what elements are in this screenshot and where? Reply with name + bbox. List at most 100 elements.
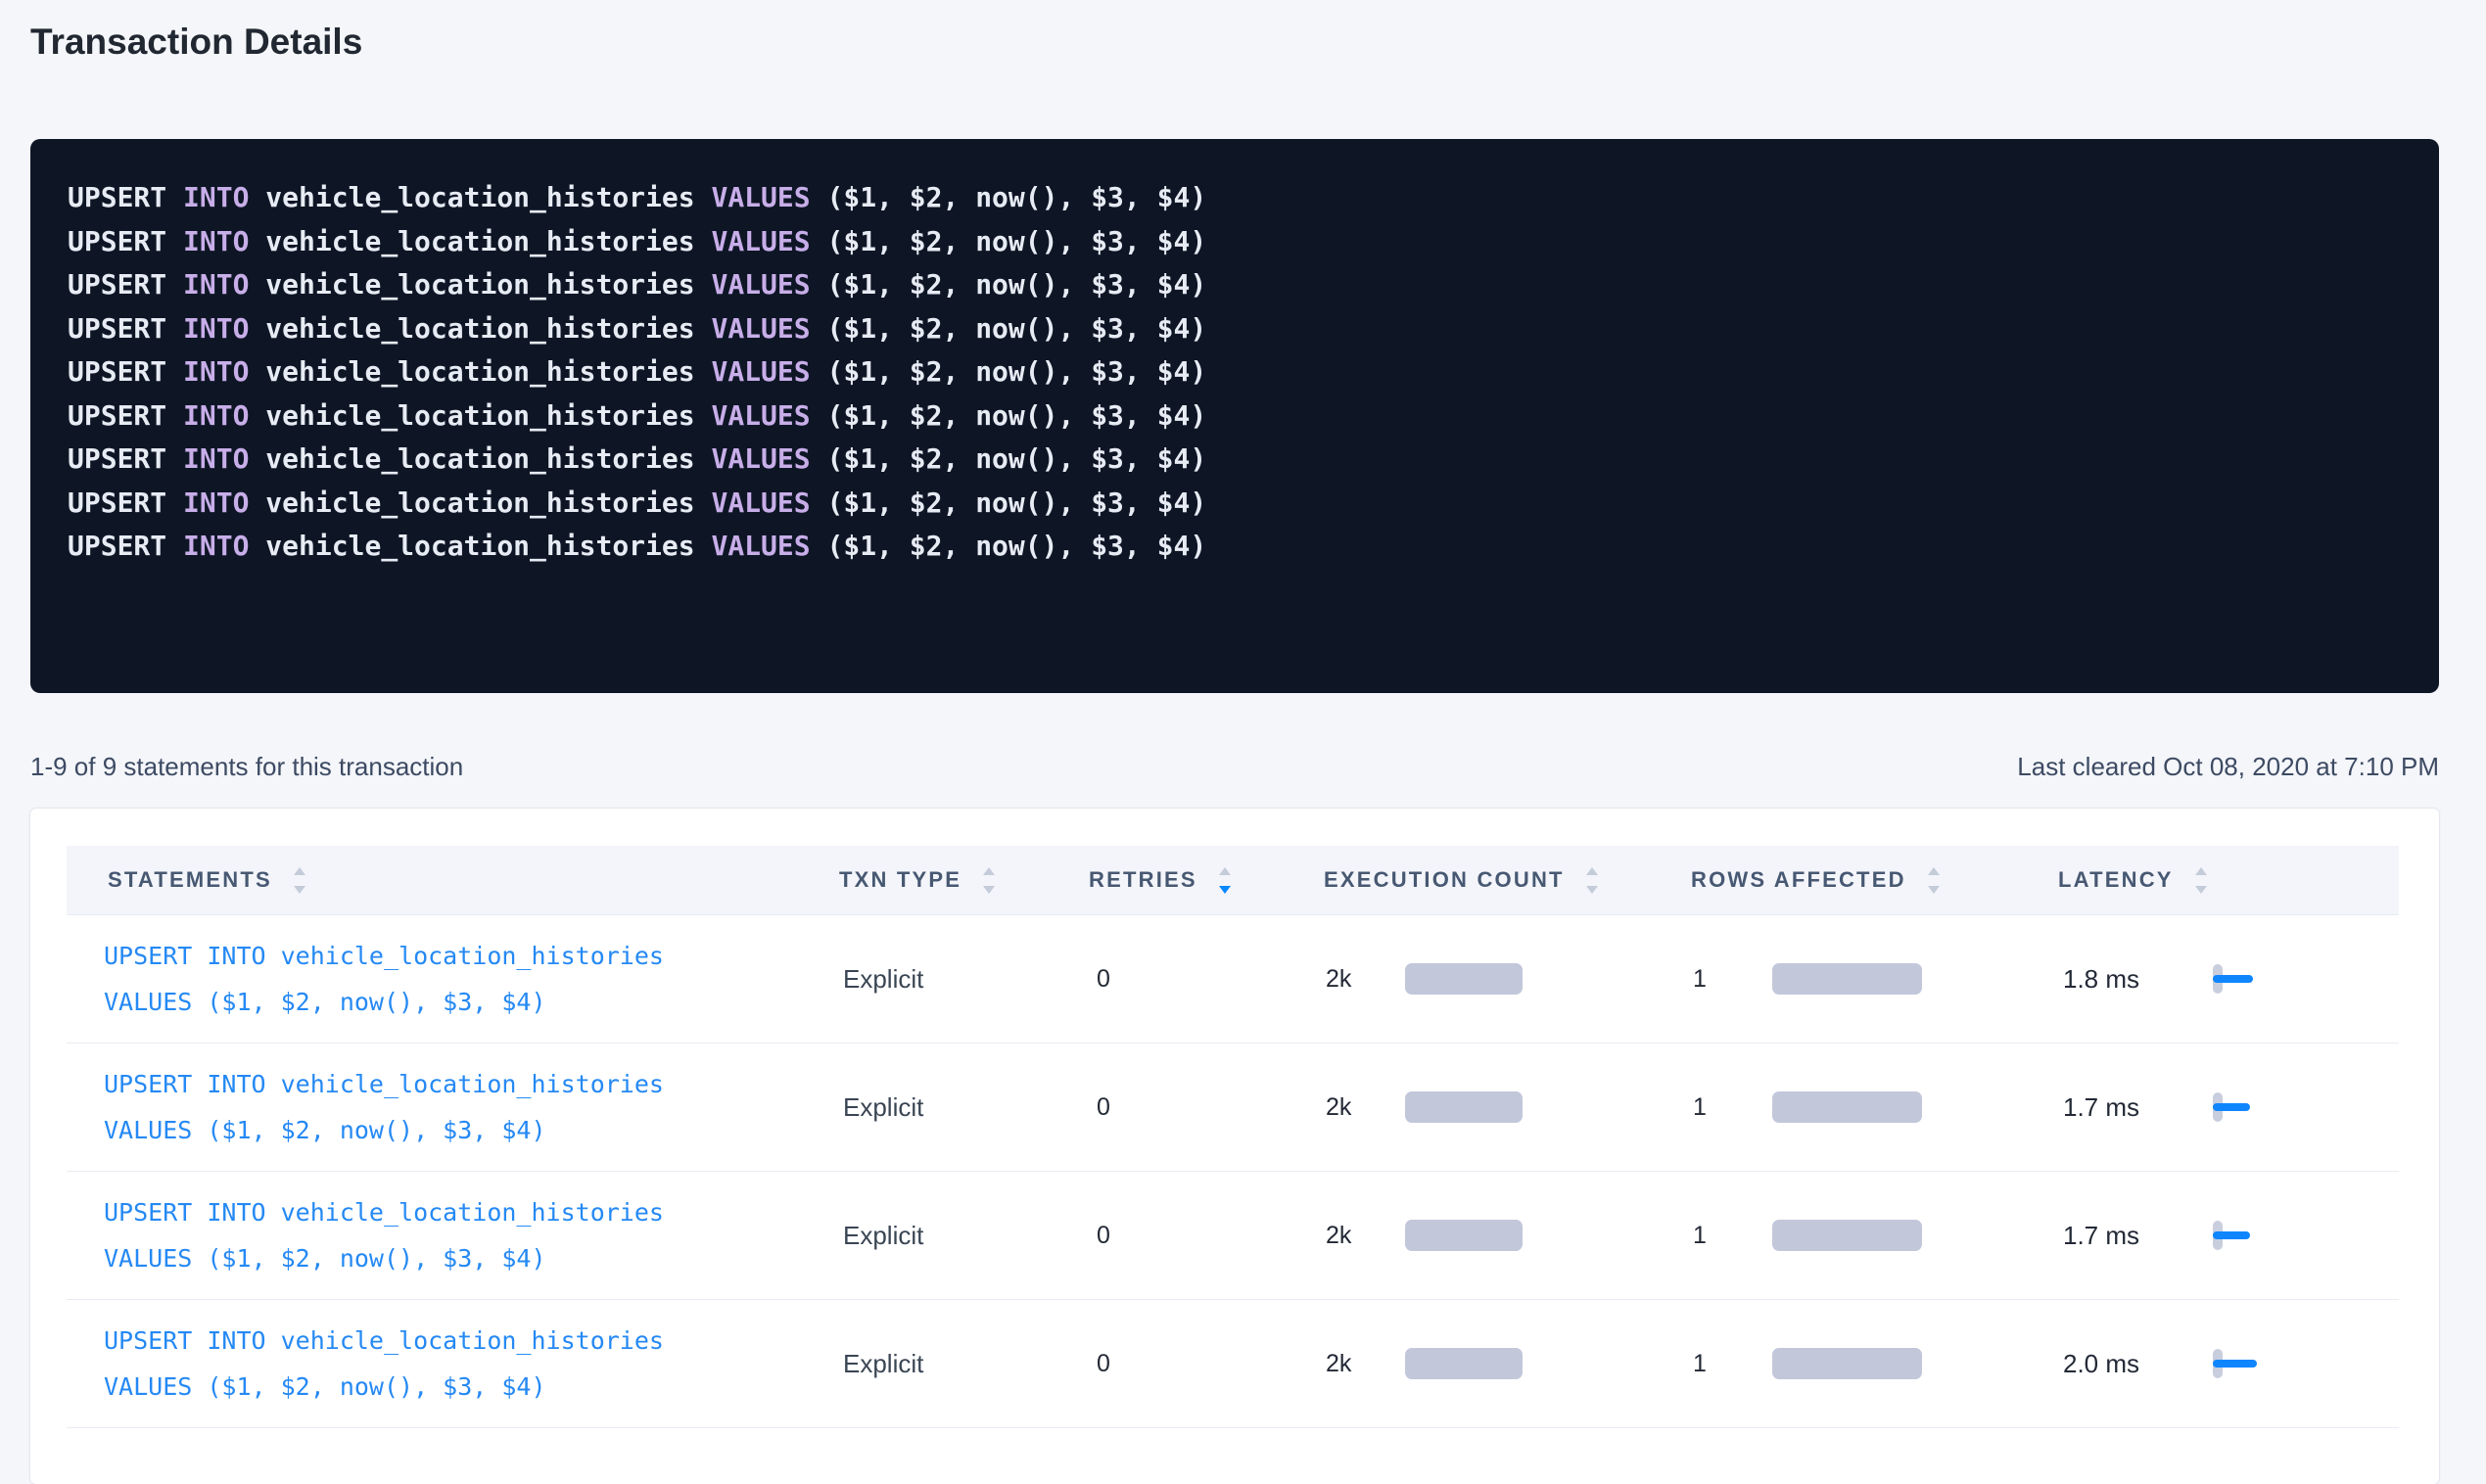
statement-link[interactable]: UPSERT INTO vehicle_location_histories <box>104 1189 825 1235</box>
rows-affected-bar <box>1772 963 1922 995</box>
sort-arrows-icon <box>983 867 995 894</box>
statement-link[interactable]: VALUES ($1, $2, now(), $3, $4) <box>104 1364 825 1410</box>
latency-value: 1.8 ms <box>2063 964 2213 995</box>
sql-text: vehicle_location_histories <box>249 487 711 519</box>
txn-type-cell: Explicit <box>825 964 1075 995</box>
sql-statement-line: UPSERT INTO vehicle_location_histories V… <box>68 394 2402 439</box>
latency-cell: 1.7 ms <box>2044 1090 2399 1124</box>
sql-statement-line: UPSERT INTO vehicle_location_histories V… <box>68 307 2402 351</box>
sql-keyword: INTO <box>183 312 249 345</box>
sql-statement-line: UPSERT INTO vehicle_location_histories V… <box>68 263 2402 307</box>
column-header-label: RETRIES <box>1089 867 1197 893</box>
statement-link[interactable]: VALUES ($1, $2, now(), $3, $4) <box>104 979 825 1025</box>
latency-cell: 1.8 ms <box>2044 962 2399 996</box>
sql-text: vehicle_location_histories <box>249 530 711 562</box>
sql-text: UPSERT <box>68 268 183 301</box>
sql-keyword: INTO <box>183 442 249 475</box>
sort-desc-icon <box>1586 886 1598 894</box>
sql-text: ($1, $2, now(), $3, $4) <box>811 355 1207 388</box>
rows-affected-cell: 1 <box>1677 963 2044 995</box>
sql-statement-line: UPSERT INTO vehicle_location_histories V… <box>68 482 2402 526</box>
sql-text: UPSERT <box>68 181 183 213</box>
sort-arrows-icon <box>2195 867 2207 894</box>
table-row: UPSERT INTO vehicle_location_histories V… <box>67 1300 2399 1428</box>
sql-keyword: VALUES <box>711 399 810 432</box>
page-title: Transaction Details <box>30 0 2439 67</box>
table-row: UPSERT INTO vehicle_location_histories V… <box>67 1172 2399 1300</box>
sql-keyword: VALUES <box>711 487 810 519</box>
sort-desc-icon <box>1928 886 1940 894</box>
latency-cell: 1.7 ms <box>2044 1219 2399 1252</box>
sort-desc-icon <box>294 886 305 894</box>
sql-statement-line: UPSERT INTO vehicle_location_histories V… <box>68 438 2402 482</box>
statement-link[interactable]: VALUES ($1, $2, now(), $3, $4) <box>104 1107 825 1153</box>
latency-bar <box>2213 1103 2250 1111</box>
sql-statement-line: UPSERT INTO vehicle_location_histories V… <box>68 176 2402 220</box>
execution-count-bar <box>1405 1091 1523 1123</box>
statement-cell: UPSERT INTO vehicle_location_histories V… <box>67 1189 825 1281</box>
rows-affected-value: 1 <box>1693 1093 1772 1122</box>
latency-bar <box>2213 1231 2250 1239</box>
statement-link[interactable]: UPSERT INTO vehicle_location_histories <box>104 1318 825 1364</box>
rows-affected-value: 1 <box>1693 1350 1772 1378</box>
sql-keyword: VALUES <box>711 225 810 257</box>
latency-bar-chart <box>2213 1090 2272 1124</box>
column-header-txn-type[interactable]: TXN TYPE <box>825 867 1075 894</box>
execution-count-value: 2k <box>1326 1350 1405 1378</box>
statement-link[interactable]: VALUES ($1, $2, now(), $3, $4) <box>104 1235 825 1281</box>
sort-desc-icon <box>1219 886 1231 894</box>
rows-affected-bar <box>1772 1348 1922 1379</box>
sql-text: vehicle_location_histories <box>249 312 711 345</box>
column-header-retries[interactable]: RETRIES <box>1075 867 1310 894</box>
sql-text: ($1, $2, now(), $3, $4) <box>811 442 1207 475</box>
sort-asc-icon <box>1586 867 1598 875</box>
statement-cell: UPSERT INTO vehicle_location_histories V… <box>67 1318 825 1410</box>
column-header-statements[interactable]: STATEMENTS <box>67 867 825 894</box>
rows-affected-value: 1 <box>1693 965 1772 994</box>
txn-type-cell: Explicit <box>825 1349 1075 1379</box>
latency-value: 1.7 ms <box>2063 1221 2213 1251</box>
sql-text: ($1, $2, now(), $3, $4) <box>811 181 1207 213</box>
statement-link[interactable]: UPSERT INTO vehicle_location_histories <box>104 1061 825 1107</box>
sql-keyword: INTO <box>183 399 249 432</box>
column-header-label: ROWS AFFECTED <box>1691 867 1906 893</box>
sql-text: UPSERT <box>68 487 183 519</box>
sql-text: UPSERT <box>68 442 183 475</box>
column-header-label: EXECUTION COUNT <box>1324 867 1565 893</box>
execution-count-bar <box>1405 1220 1523 1251</box>
sql-text: vehicle_location_histories <box>249 442 711 475</box>
sort-desc-icon <box>2195 886 2207 894</box>
sort-asc-icon <box>2195 867 2207 875</box>
statements-table-card: STATEMENTS TXN TYPE RETRIES EXECUTION CO… <box>30 809 2439 1484</box>
sql-statement-line: UPSERT INTO vehicle_location_histories V… <box>68 525 2402 569</box>
rows-affected-cell: 1 <box>1677 1091 2044 1123</box>
execution-count-value: 2k <box>1326 965 1405 994</box>
table-header-row: STATEMENTS TXN TYPE RETRIES EXECUTION CO… <box>67 846 2399 915</box>
sql-keyword: VALUES <box>711 355 810 388</box>
sql-text: UPSERT <box>68 530 183 562</box>
sql-keyword: VALUES <box>711 312 810 345</box>
sql-text: vehicle_location_histories <box>249 399 711 432</box>
execution-count-cell: 2k <box>1310 1348 1677 1379</box>
latency-bar <box>2213 975 2253 983</box>
sort-asc-icon <box>1219 867 1231 875</box>
execution-count-value: 2k <box>1326 1093 1405 1122</box>
statement-link[interactable]: UPSERT INTO vehicle_location_histories <box>104 933 825 979</box>
column-header-latency[interactable]: LATENCY <box>2044 867 2399 894</box>
txn-type-cell: Explicit <box>825 1092 1075 1123</box>
sort-arrows-icon <box>1928 867 1940 894</box>
column-header-rows-affected[interactable]: ROWS AFFECTED <box>1677 867 2044 894</box>
sql-text: UPSERT <box>68 225 183 257</box>
sql-keyword: INTO <box>183 268 249 301</box>
latency-bar-chart <box>2213 962 2272 996</box>
column-header-execution-count[interactable]: EXECUTION COUNT <box>1310 867 1677 894</box>
latency-bar <box>2213 1360 2257 1368</box>
sql-keyword: VALUES <box>711 181 810 213</box>
sort-asc-icon <box>983 867 995 875</box>
table-row: UPSERT INTO vehicle_location_histories V… <box>67 1043 2399 1172</box>
table-row: UPSERT INTO vehicle_location_histories V… <box>67 915 2399 1043</box>
execution-count-bar <box>1405 963 1523 995</box>
sql-keyword: INTO <box>183 225 249 257</box>
rows-affected-cell: 1 <box>1677 1220 2044 1251</box>
retries-cell: 0 <box>1075 1093 1310 1122</box>
